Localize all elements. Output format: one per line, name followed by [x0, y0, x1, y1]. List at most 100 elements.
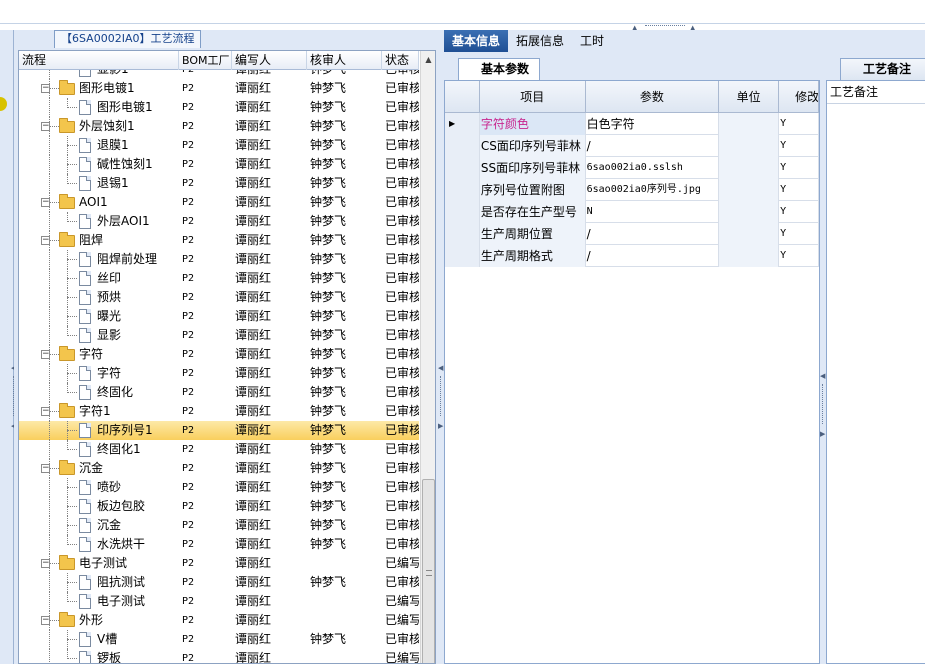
tree-row[interactable]: V槽 P2 谭丽红 钟梦飞 已审核	[19, 630, 419, 649]
param-value-cell[interactable]: 6sao002ia0序列号.jpg	[586, 179, 720, 201]
row-indicator[interactable]	[445, 179, 480, 201]
collapse-toggle-icon[interactable]: −	[41, 616, 50, 625]
tree-row[interactable]: 外层AOI1 P2 谭丽红 钟梦飞 已审核	[19, 212, 419, 231]
params-row[interactable]: 是否存在生产型号 N Y	[445, 201, 819, 223]
col-header-flow[interactable]: 流程	[19, 51, 179, 70]
tree-row[interactable]: 退膜1 P2 谭丽红 钟梦飞 已审核	[19, 136, 419, 155]
col-header-item[interactable]: 项目	[480, 81, 586, 113]
scroll-thumb[interactable]	[422, 479, 435, 663]
tab-process-notes[interactable]: 工艺备注	[840, 58, 925, 80]
tab-work-hours[interactable]: 工时	[572, 30, 612, 52]
notes-splitter-arrow-icon-2[interactable]: ▶	[820, 430, 825, 438]
tree-row[interactable]: 阻焊前处理 P2 谭丽红 钟梦飞 已审核	[19, 250, 419, 269]
param-modify-cell[interactable]: Y	[779, 113, 819, 135]
col-header-author[interactable]: 编写人	[232, 51, 307, 70]
scroll-up-arrow-icon[interactable]: ▲	[421, 51, 435, 68]
col-header-unit[interactable]: 单位	[719, 81, 780, 113]
params-row[interactable]: ▶ 字符颜色 白色字符 Y	[445, 113, 819, 135]
tree-row[interactable]: − 外层蚀刻1 P2 谭丽红 钟梦飞 已审核	[19, 117, 419, 136]
tree-row[interactable]: 预烘 P2 谭丽红 钟梦飞 已审核	[19, 288, 419, 307]
tree-row[interactable]: 印序列号1 P2 谭丽红 钟梦飞 已审核	[19, 421, 419, 440]
tree-row[interactable]: 水洗烘干 P2 谭丽红 钟梦飞 已审核	[19, 535, 419, 554]
param-modify-cell[interactable]: Y	[779, 223, 819, 245]
params-row[interactable]: 生产周期格式 / Y	[445, 245, 819, 267]
param-item-cell[interactable]: 序列号位置附图	[479, 179, 586, 201]
param-modify-cell[interactable]: Y	[779, 157, 819, 179]
row-indicator[interactable]	[445, 223, 480, 245]
tree-row[interactable]: 电子测试 P2 谭丽红 已编写	[19, 592, 419, 611]
param-item-cell[interactable]: 是否存在生产型号	[479, 201, 586, 223]
tab-basic-info[interactable]: 基本信息	[444, 30, 509, 52]
collapse-toggle-icon[interactable]: −	[41, 198, 50, 207]
splitter-left-arrow-icon[interactable]: ◀	[438, 364, 443, 372]
param-unit-cell[interactable]	[719, 179, 780, 201]
tree-row[interactable]: − 字符 P2 谭丽红 钟梦飞 已审核	[19, 345, 419, 364]
col-header-reviewer[interactable]: 核审人	[307, 51, 382, 70]
tab-basic-params[interactable]: 基本参数	[458, 58, 541, 80]
notes-splitter-arrow-icon[interactable]: ◀	[820, 372, 825, 380]
param-unit-cell[interactable]	[719, 157, 780, 179]
tree-row[interactable]: 喷砂 P2 谭丽红 钟梦飞 已审核	[19, 478, 419, 497]
param-value-cell[interactable]: N	[586, 201, 720, 223]
params-row[interactable]: 生产周期位置 / Y	[445, 223, 819, 245]
tab-extended-info[interactable]: 拓展信息	[508, 30, 572, 52]
param-item-cell[interactable]: CS面印序列号菲林	[479, 135, 586, 157]
param-value-cell[interactable]: 白色字符	[586, 113, 720, 135]
param-item-cell[interactable]: 字符颜色	[479, 113, 586, 135]
param-value-cell[interactable]: /	[586, 135, 720, 157]
tree-row[interactable]: − 电子测试 P2 谭丽红 已编写	[19, 554, 419, 573]
tree-row[interactable]: 曝光 P2 谭丽红 钟梦飞 已审核	[19, 307, 419, 326]
param-value-cell[interactable]: /	[586, 223, 720, 245]
tree-row[interactable]: − AOI1 P2 谭丽红 钟梦飞 已审核	[19, 193, 419, 212]
collapse-toggle-icon[interactable]: −	[41, 236, 50, 245]
tree-vertical-scrollbar[interactable]: ▲	[420, 51, 435, 663]
tree-row[interactable]: 阻抗测试 P2 谭丽红 钟梦飞 已审核	[19, 573, 419, 592]
tree-row[interactable]: 丝印 P2 谭丽红 钟梦飞 已审核	[19, 269, 419, 288]
col-header-param[interactable]: 参数	[586, 81, 720, 113]
param-value-cell[interactable]: 6sao002ia0.sslsh	[586, 157, 720, 179]
param-modify-cell[interactable]: Y	[779, 245, 819, 267]
tree-row[interactable]: 终固化1 P2 谭丽红 钟梦飞 已审核	[19, 440, 419, 459]
col-header-bom[interactable]: BOM工厂	[179, 51, 232, 70]
param-item-cell[interactable]: SS面印序列号菲林	[479, 157, 586, 179]
col-header-status[interactable]: 状态	[382, 51, 419, 70]
left-collapsed-strip[interactable]	[0, 30, 14, 664]
params-row[interactable]: SS面印序列号菲林 6sao002ia0.sslsh Y	[445, 157, 819, 179]
tree-row[interactable]: − 字符1 P2 谭丽红 钟梦飞 已审核	[19, 402, 419, 421]
row-indicator[interactable]	[445, 245, 480, 267]
row-indicator[interactable]: ▶	[445, 113, 480, 135]
param-modify-cell[interactable]: Y	[779, 135, 819, 157]
tree-row[interactable]: 碱性蚀刻1 P2 谭丽红 钟梦飞 已审核	[19, 155, 419, 174]
param-unit-cell[interactable]	[719, 245, 780, 267]
tree-row[interactable]: 锣板 P2 谭丽红 已编写	[19, 649, 419, 663]
row-indicator[interactable]	[445, 201, 480, 223]
row-indicator[interactable]	[445, 157, 480, 179]
tree-row[interactable]: 板边包胶 P2 谭丽红 钟梦飞 已审核	[19, 497, 419, 516]
param-unit-cell[interactable]	[719, 201, 780, 223]
param-unit-cell[interactable]	[719, 223, 780, 245]
tree-row[interactable]: 沉金 P2 谭丽红 钟梦飞 已审核	[19, 516, 419, 535]
tree-row[interactable]: − 外形 P2 谭丽红 已编写	[19, 611, 419, 630]
collapse-toggle-icon[interactable]: −	[41, 84, 50, 93]
row-indicator[interactable]	[445, 135, 480, 157]
splitter-right-arrow-icon[interactable]: ▶	[438, 422, 443, 430]
tree-row[interactable]: − 图形电镀1 P2 谭丽红 钟梦飞 已审核	[19, 79, 419, 98]
tree-row[interactable]: 图形电镀1 P2 谭丽红 钟梦飞 已审核	[19, 98, 419, 117]
param-modify-cell[interactable]: Y	[779, 201, 819, 223]
tree-splitter-grip[interactable]	[440, 376, 442, 416]
param-unit-cell[interactable]	[719, 113, 780, 135]
tree-row[interactable]: 退锡1 P2 谭丽红 钟梦飞 已审核	[19, 174, 419, 193]
collapse-toggle-icon[interactable]: −	[41, 350, 50, 359]
collapse-toggle-icon[interactable]: −	[41, 122, 50, 131]
top-splitter-grip[interactable]	[645, 25, 685, 28]
param-unit-cell[interactable]	[719, 135, 780, 157]
process-tree-tab[interactable]: 【6SA0002IA0】工艺流程	[54, 30, 202, 48]
collapse-toggle-icon[interactable]: −	[41, 559, 50, 568]
process-notes-box[interactable]: 工艺备注	[826, 80, 925, 664]
tree-row[interactable]: 显影 P2 谭丽红 钟梦飞 已审核	[19, 326, 419, 345]
tree-row[interactable]: − 阻焊 P2 谭丽红 钟梦飞 已审核	[19, 231, 419, 250]
param-item-cell[interactable]: 生产周期格式	[479, 245, 586, 267]
param-value-cell[interactable]: /	[586, 245, 720, 267]
tree-row[interactable]: 终固化 P2 谭丽红 钟梦飞 已审核	[19, 383, 419, 402]
col-header-modify[interactable]: 修改	[779, 81, 819, 113]
